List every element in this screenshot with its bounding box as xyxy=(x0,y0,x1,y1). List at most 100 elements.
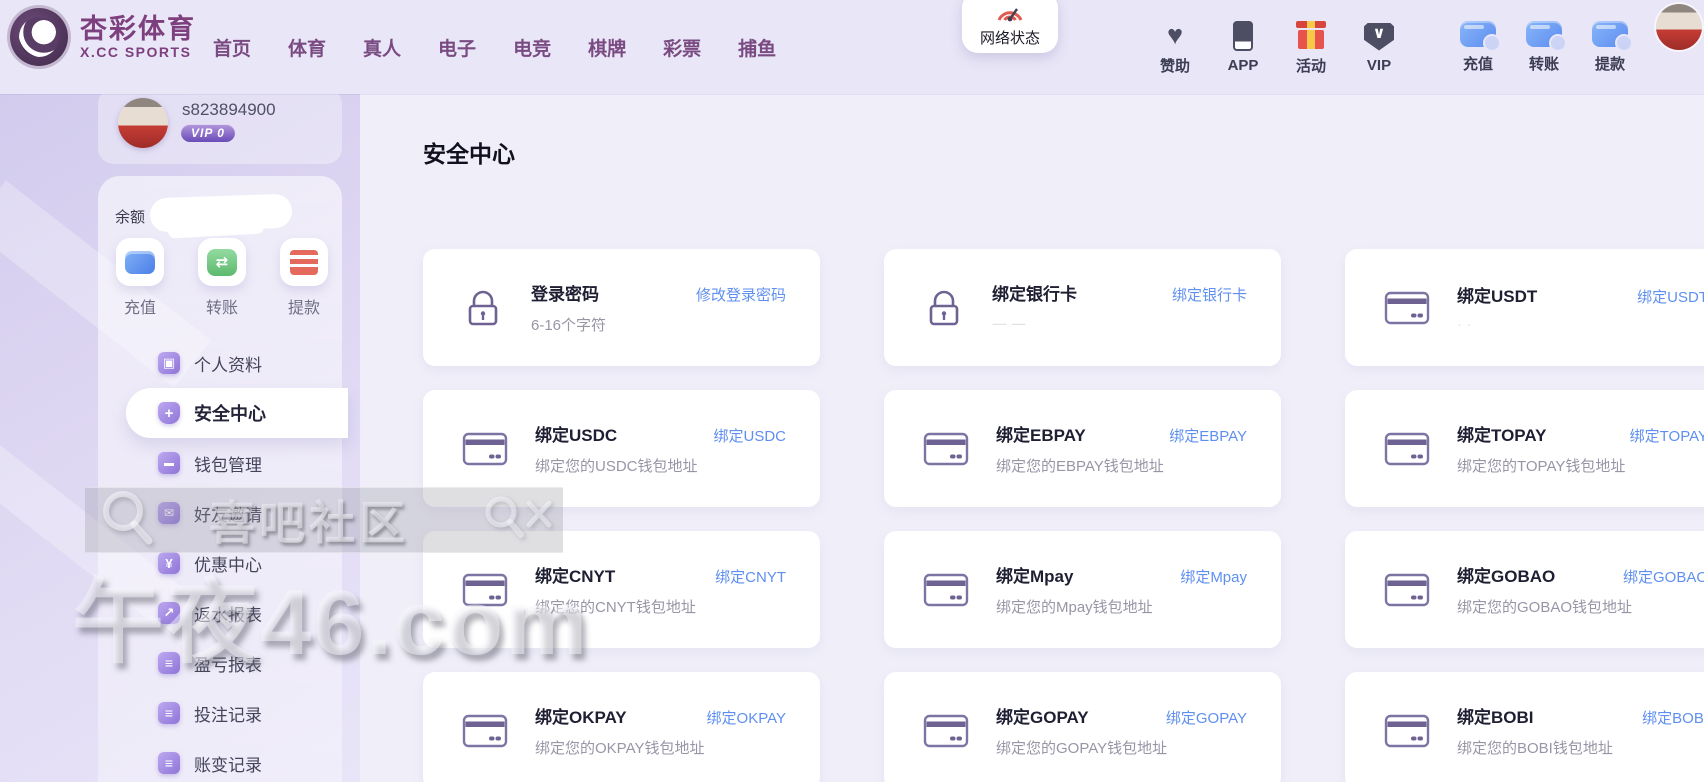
sidebar-menu-item[interactable]: 盈亏报表 xyxy=(98,638,342,688)
nav-item[interactable]: 棋牌 xyxy=(588,34,626,61)
topbar-action-label: 赞助 xyxy=(1160,55,1190,76)
brand-logo-icon xyxy=(10,8,68,66)
card-action-link[interactable]: 绑定USDC xyxy=(713,425,786,446)
sidebar-quick-action[interactable]: 提款 xyxy=(272,238,336,318)
security-card: 绑定OKPAY 绑定OKPAY 绑定您的OKPAY钱包地址 xyxy=(423,672,820,782)
nav-item[interactable]: 捕鱼 xyxy=(738,34,776,61)
card-title: 绑定CNYT xyxy=(535,562,615,587)
sidebar-avatar[interactable] xyxy=(118,98,168,148)
nav-item[interactable]: 体育 xyxy=(288,34,326,61)
card-action-link[interactable]: 绑定OKPAY xyxy=(707,707,786,728)
username: s823894900 xyxy=(182,100,276,120)
sidebar-menu-item[interactable]: 账变记录 xyxy=(98,738,342,782)
sidebar-item-label: 账变记录 xyxy=(194,751,262,776)
brand[interactable]: 杏彩体育 X.CC SPORTS xyxy=(10,8,196,66)
nav-item[interactable]: 首页 xyxy=(213,34,251,61)
card-action-link[interactable]: 绑定USDT xyxy=(1637,286,1704,307)
card-title: 登录密码 xyxy=(531,280,599,305)
card-action-link[interactable]: 绑定EBPAY xyxy=(1169,425,1247,446)
security-card: 绑定USDC 绑定USDC 绑定您的USDC钱包地址 xyxy=(423,390,820,507)
invite-icon xyxy=(158,502,180,524)
security-cards-grid: 登录密码 修改登录密码 6-16个字符 绑定银行卡 xyxy=(423,249,1704,782)
sidebar-item-label: 好友邀请 xyxy=(194,501,262,526)
rebate-icon xyxy=(158,602,180,624)
wallet-icon xyxy=(158,452,180,474)
transfer-wallet-icon xyxy=(1526,21,1562,47)
bet-record-icon xyxy=(158,702,180,724)
bank-card-icon xyxy=(922,711,970,751)
card-subtitle: 一 一 xyxy=(992,314,1247,335)
card-subtitle: 绑定您的USDC钱包地址 xyxy=(535,455,786,476)
sidebar-item-label: 盈亏报表 xyxy=(194,651,262,676)
topbar-action[interactable]: 赞助 xyxy=(1151,19,1199,76)
card-action-link[interactable]: 修改登录密码 xyxy=(696,284,786,305)
card-title: 绑定TOPAY xyxy=(1457,421,1546,446)
sidebar-menu-item[interactable]: 优惠中心 xyxy=(98,538,342,588)
top-bar: 杏彩体育 X.CC SPORTS 首页 体育 真人 电子 电竞 棋牌 彩票 捕鱼… xyxy=(0,0,1704,94)
security-shield-icon xyxy=(158,402,180,424)
topbar-action[interactable]: APP xyxy=(1219,21,1267,74)
gift-icon xyxy=(1298,19,1324,49)
main-nav: 首页 体育 真人 电子 电竞 棋牌 彩票 捕鱼 xyxy=(213,0,776,94)
lock-icon xyxy=(461,286,505,330)
balance-label: 余额 xyxy=(115,206,145,227)
sidebar-menu-item[interactable]: 好友邀请 xyxy=(98,488,342,538)
card-action-link[interactable]: 绑定TOPAY xyxy=(1630,425,1704,446)
bank-card-icon xyxy=(461,711,509,751)
card-title: 绑定OKPAY xyxy=(535,703,627,728)
wallet-action[interactable]: 转账 xyxy=(1518,21,1570,74)
quick-action-label: 转账 xyxy=(206,294,238,318)
card-action-link[interactable]: 绑定BOBI xyxy=(1642,707,1704,728)
bank-card-icon xyxy=(1383,711,1431,751)
quick-action-label: 充值 xyxy=(124,294,156,318)
page-title: 安全中心 xyxy=(423,135,515,169)
withdraw-wallet-icon xyxy=(1592,21,1628,47)
withdraw-atm-icon xyxy=(280,238,328,286)
card-action-link[interactable]: 绑定GOPAY xyxy=(1166,707,1247,728)
network-status-bubble[interactable]: 网络状态 xyxy=(962,0,1058,53)
card-action-link[interactable]: 绑定Mpay xyxy=(1180,566,1247,587)
card-action-link[interactable]: 绑定GOBAO xyxy=(1623,566,1704,587)
card-subtitle: 绑定您的GOPAY钱包地址 xyxy=(996,737,1247,758)
card-title: 绑定银行卡 xyxy=(992,280,1077,305)
topbar-action[interactable]: VIP xyxy=(1355,21,1403,74)
card-title: 绑定EBPAY xyxy=(996,421,1086,446)
wallet-action[interactable]: 充值 xyxy=(1452,21,1504,74)
card-subtitle: · · xyxy=(1457,316,1704,333)
sidebar-quick-action[interactable]: 充值 xyxy=(108,238,172,318)
sidebar-menu-item[interactable]: 安全中心 xyxy=(126,388,348,438)
card-subtitle: 绑定您的OKPAY钱包地址 xyxy=(535,737,786,758)
sidebar-menu-item[interactable]: 个人资料 xyxy=(98,338,342,388)
card-title: 绑定GOBAO xyxy=(1457,562,1555,587)
sidebar-menu-item[interactable]: 投注记录 xyxy=(98,688,342,738)
sidebar-menu: 个人资料 安全中心 钱包管理 好友邀请 优惠中心 返水报表 盈亏报表 投注记录 … xyxy=(98,338,342,782)
wallet-action[interactable]: 提款 xyxy=(1584,21,1636,74)
nav-item[interactable]: 电子 xyxy=(438,34,476,61)
nav-item[interactable]: 真人 xyxy=(363,34,401,61)
deposit-wallet-icon xyxy=(1460,21,1496,47)
bank-card-icon xyxy=(922,429,970,469)
user-avatar[interactable] xyxy=(1656,4,1702,50)
bank-card-icon xyxy=(1383,429,1431,469)
security-card: 绑定BOBI 绑定BOBI 绑定您的BOBI钱包地址 xyxy=(1345,672,1704,782)
topbar-action-label: APP xyxy=(1228,57,1259,74)
deposit-wallet-icon xyxy=(116,238,164,286)
bank-card-icon xyxy=(461,570,509,610)
sidebar-item-label: 钱包管理 xyxy=(194,451,262,476)
nav-item[interactable]: 彩票 xyxy=(663,34,701,61)
sidebar-item-label: 安全中心 xyxy=(194,400,266,426)
card-action-link[interactable]: 绑定CNYT xyxy=(715,566,786,587)
sidebar-menu-item[interactable]: 钱包管理 xyxy=(98,438,342,488)
card-title: 绑定Mpay xyxy=(996,562,1073,587)
wallet-action-label: 充值 xyxy=(1463,53,1493,74)
sidebar-menu-item[interactable]: 返水报表 xyxy=(98,588,342,638)
profile-icon xyxy=(158,352,180,374)
topbar-action[interactable]: 活动 xyxy=(1287,19,1335,76)
sidebar-quick-action[interactable]: 转账 xyxy=(190,238,254,318)
lock-icon xyxy=(922,286,966,330)
nav-item[interactable]: 电竞 xyxy=(513,34,551,61)
security-card: 绑定EBPAY 绑定EBPAY 绑定您的EBPAY钱包地址 xyxy=(884,390,1281,507)
card-action-link[interactable]: 绑定银行卡 xyxy=(1172,284,1247,305)
card-title: 绑定GOPAY xyxy=(996,703,1089,728)
vip-badge: VIP 0 xyxy=(181,124,235,142)
